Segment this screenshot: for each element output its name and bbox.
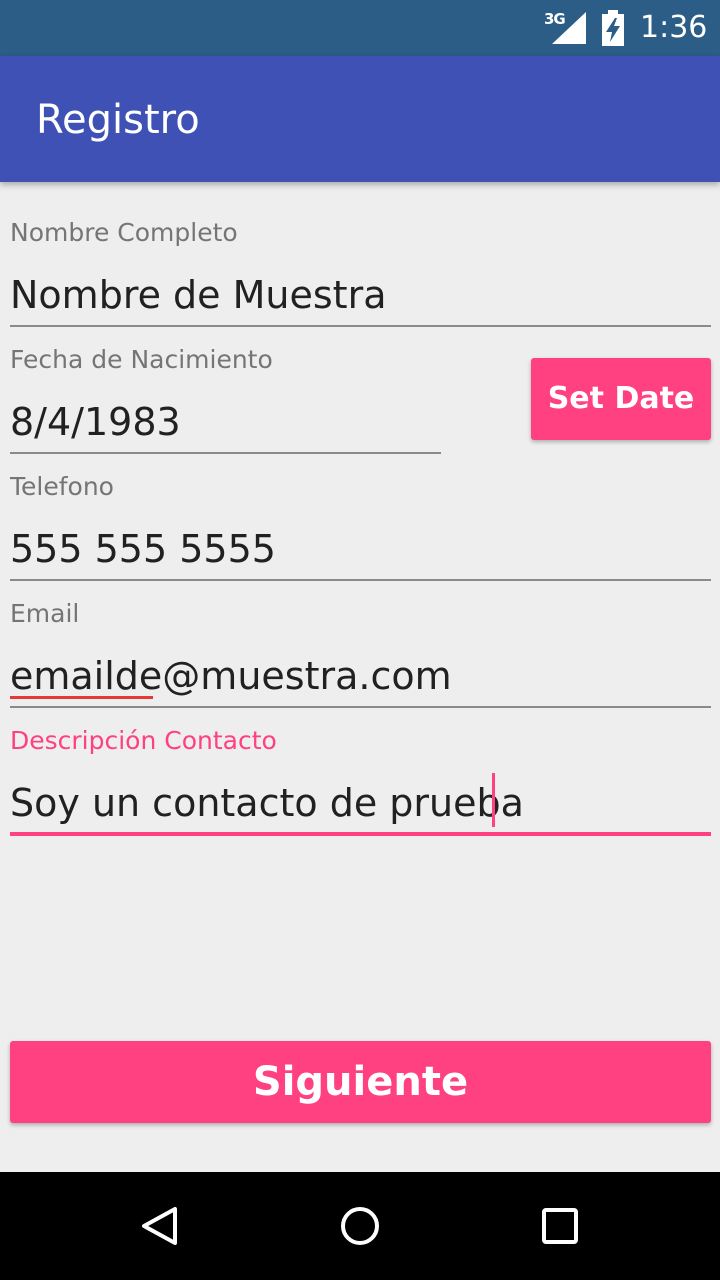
birth-date-input[interactable]	[10, 392, 440, 452]
recents-icon	[542, 1208, 578, 1244]
email-label: Email	[10, 599, 80, 628]
phone-underline	[10, 579, 711, 581]
description-label: Descripción Contacto	[10, 726, 277, 755]
home-button[interactable]	[300, 1172, 420, 1280]
full-name-label: Nombre Completo	[10, 218, 238, 247]
birth-date-label: Fecha de Nacimiento	[10, 345, 273, 374]
birth-date-underline	[10, 452, 441, 454]
back-button[interactable]	[100, 1172, 220, 1280]
app-bar: Registro	[0, 56, 720, 182]
description-underline	[10, 832, 711, 836]
email-underline	[10, 706, 711, 708]
page-title: Registro	[36, 97, 200, 143]
description-input[interactable]	[10, 773, 710, 833]
signal-icon	[552, 12, 586, 44]
text-cursor	[492, 773, 495, 827]
clock: 1:36	[640, 10, 708, 45]
phone-label: Telefono	[10, 472, 114, 501]
set-date-button[interactable]: Set Date	[531, 358, 711, 440]
full-name-underline	[10, 325, 711, 327]
status-bar: 3G 1:36	[0, 0, 720, 56]
full-name-input[interactable]	[10, 265, 710, 325]
back-icon	[142, 1207, 177, 1245]
spellcheck-underline	[10, 696, 153, 699]
battery-charging-icon	[602, 10, 624, 46]
home-icon	[341, 1207, 379, 1245]
phone-input[interactable]	[10, 519, 710, 579]
navigation-bar	[0, 1172, 720, 1280]
next-button[interactable]: Siguiente	[10, 1041, 711, 1123]
recents-button[interactable]	[500, 1172, 620, 1280]
